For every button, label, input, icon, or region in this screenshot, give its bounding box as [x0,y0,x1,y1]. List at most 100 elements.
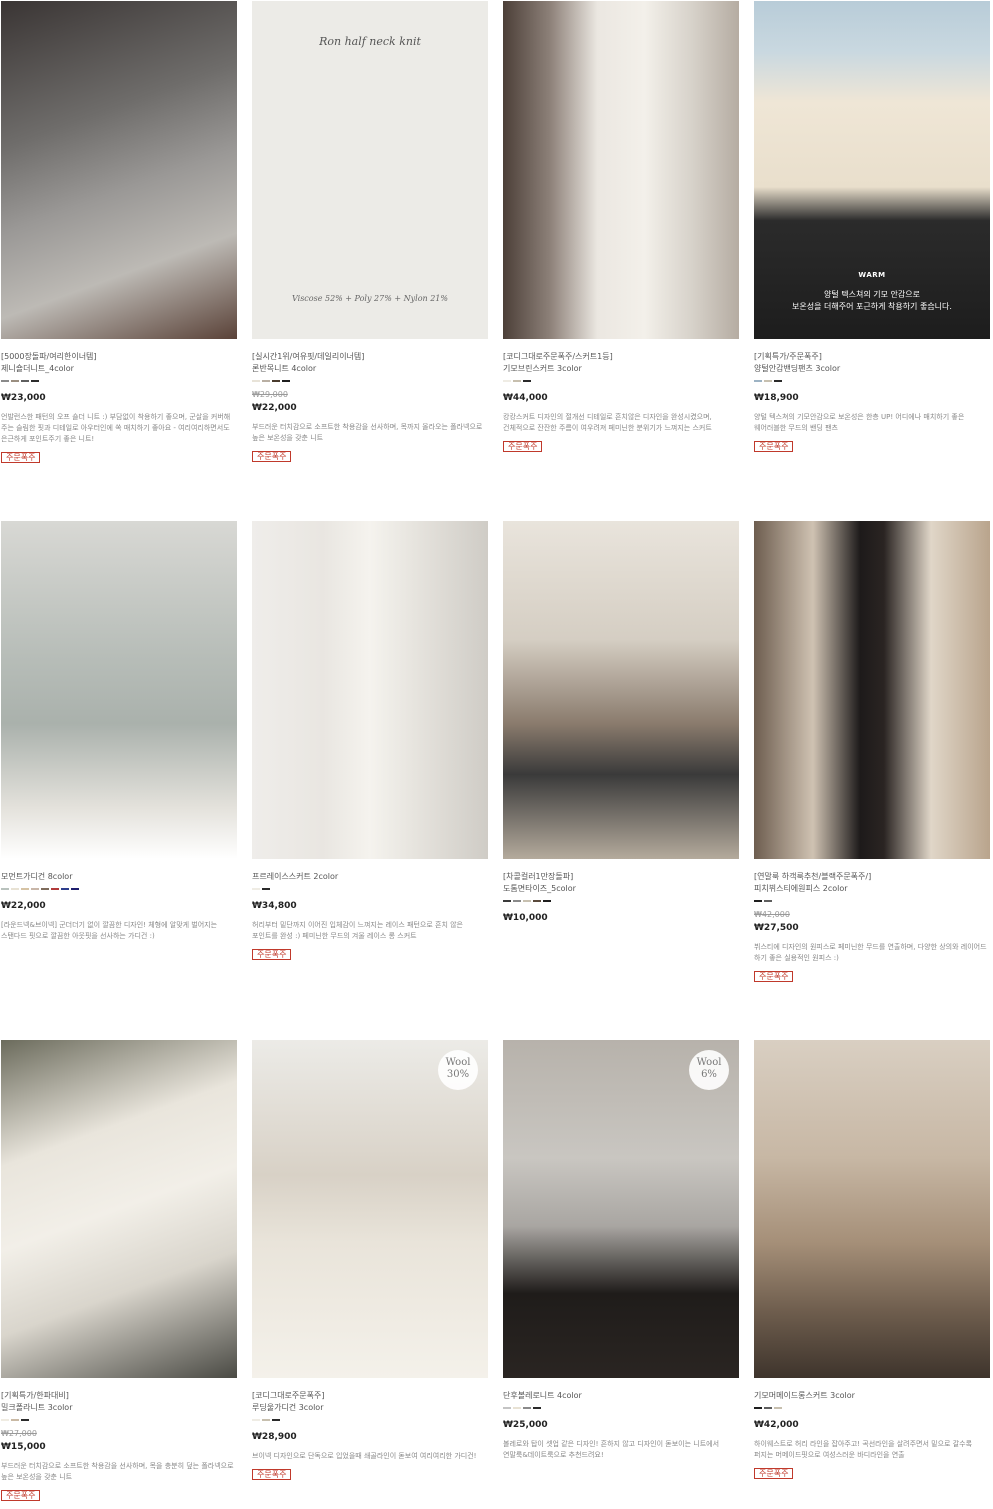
product-tag: [차콜컬러1만장돌파] [503,872,574,881]
sale-price: ₩27,500 [754,923,799,933]
product-photo [503,521,739,859]
color-swatch [503,1407,511,1409]
product-card[interactable]: [5000장돌파/여리한이너템] 제니숄더니트_4color ₩23,000 언발런스… [1,1,237,464]
hot-order-badge: 주문폭주 [754,1468,794,1479]
color-swatch [503,380,511,382]
product-image[interactable] [1,1,237,339]
product-card[interactable]: [연말룩 하객룩추천/블랙주문폭주/] 피치뷔스티에원피스 2color ₩42,0… [754,521,990,983]
product-image[interactable] [754,521,990,859]
product-card[interactable]: 모먼트가디건 8color ₩22,000 [라운드넥&브이넥] 군더더기 없이 깔… [1,521,237,942]
hot-order-badge: 주문폭주 [1,452,41,463]
product-name[interactable]: 기모브린스커트 3color [503,363,739,375]
wool-badge: Wool 30% [438,1050,478,1090]
original-price: ₩27,000 [1,1429,37,1438]
product-name[interactable]: 단후볼레로니트 4color [503,1390,739,1402]
product-card[interactable]: Wool 30% [코디그대로주문폭주] 루딩울가디건 3color ₩28,900 브… [252,1040,488,1481]
color-swatch [31,380,39,382]
color-swatch [513,900,521,902]
product-grid: [5000장돌파/여리한이너템] 제니숄더니트_4color ₩23,000 언발런스… [0,0,993,1509]
color-swatch [774,380,782,382]
product-photo [1,1040,237,1378]
color-swatch [1,1419,9,1421]
hot-order-badge: 주문폭주 [252,949,292,960]
product-card[interactable]: [코디그대로주문폭주/스커트1등] 기모브린스커트 3color ₩44,000 캉캉… [503,1,739,453]
product-card[interactable]: [차콜컬러1만장돌파] 도톰면타이즈_5color ₩10,000 [503,521,739,924]
product-tag: [연말룩 하객룩추천/블랙주문폭주/] [754,872,872,881]
product-meta: [기획특가/주문폭주] 양털안감밴딩팬츠 3color ₩18,900 양털 텍스쳐의… [754,339,990,453]
product-image[interactable] [1,521,237,859]
product-description: 부드러운 터치감으로 소프트한 착용감을 선사하며, 목까지 올라오는 폴라넥으… [252,423,483,442]
color-swatches [252,888,488,890]
product-description: 부드러운 터치감으로 소프트한 착용감을 선사하며, 목을 충분히 덮는 폴라넥… [1,1462,234,1481]
product-image[interactable] [754,1040,990,1378]
product-name[interactable]: 루딩울가디건 3color [252,1402,488,1414]
product-card[interactable]: WARM 양털 텍스쳐의 기모 안감으로 보온성을 더해주어 포근하게 착용하기 좋… [754,1,990,453]
product-name[interactable]: 기모머메이드롱스커트 3color [754,1390,990,1402]
color-swatch [61,888,69,890]
product-image[interactable]: WARM 양털 텍스쳐의 기모 안감으로 보온성을 더해주어 포근하게 착용하기 좋… [754,1,990,339]
product-image[interactable] [503,521,739,859]
product-image[interactable] [503,1,739,339]
image-caption-title: Ron half neck knit [319,35,421,48]
color-swatches [503,900,739,902]
product-name[interactable]: 모먼트가디건 8color [1,871,237,883]
color-swatches [503,380,739,382]
product-photo [1,521,237,859]
product-name[interactable]: 론반목니트 4color [252,363,488,375]
color-swatch [764,900,772,902]
color-swatch [272,1419,280,1421]
product-photo [252,1040,488,1378]
sale-price: ₩22,000 [252,403,297,413]
original-price: ₩42,000 [754,910,790,919]
color-swatch [71,888,79,890]
color-swatch [31,888,39,890]
product-name[interactable]: 프르레이스스커트 2color [252,871,488,883]
color-swatches [252,1419,488,1421]
product-name[interactable]: 제니숄더니트_4color [1,363,237,375]
color-swatches [1,1419,237,1421]
color-swatch [21,1419,29,1421]
product-name[interactable]: 도톰면타이즈_5color [503,883,739,895]
product-photo [252,521,488,859]
product-card[interactable]: 기모머메이드롱스커트 3color ₩42,000 하이웨스트로 허리 라인을 잡아… [754,1040,990,1480]
product-description: [라운드넥&브이넥] 군더더기 없이 깔끔한 디자인! 체형에 알맞게 벌어지는… [1,921,218,940]
product-tag: [기획특가/주문폭주] [754,352,822,361]
original-price: ₩29,000 [252,390,288,399]
product-image[interactable] [1,1040,237,1378]
product-image[interactable] [252,521,488,859]
product-card[interactable]: Ron half neck knit Viscose 52% + Poly 27%… [252,1,488,463]
color-swatches [1,380,237,382]
product-image[interactable]: Ron half neck knit Viscose 52% + Poly 27%… [252,1,488,339]
warm-label: WARM [858,271,886,279]
color-swatch [262,888,270,890]
product-name[interactable]: 양털안감밴딩팬츠 3color [754,363,990,375]
product-description: 볼레로와 탑이 셋업 같은 디자인! 흔하지 않고 디자인이 돋보이는 니트에서… [503,1440,720,1459]
warm-text-2: 보온성을 더해주어 포근하게 착용하기 좋습니다. [792,302,952,311]
color-swatch [754,1407,762,1409]
color-swatch [1,888,9,890]
product-name[interactable]: 밀크폴라니트 3color [1,1402,237,1414]
color-swatch [272,380,280,382]
product-tag: [5000장돌파/여리한이너템] [1,352,97,361]
color-swatch [262,1419,270,1421]
color-swatches [754,1407,990,1409]
product-description: 브이넥 디자인으로 단독으로 입었을때 쇄골라인이 돋보여 여리여리한 가디건! [252,1452,477,1460]
sale-price: ₩15,000 [1,1442,46,1452]
color-swatches [754,380,990,382]
product-meta: [실시간1위/여유핏/데일리이너템] 론반목니트 4color ₩29,000 ₩22… [252,339,488,463]
color-swatch [513,1407,521,1409]
product-tag: [실시간1위/여유핏/데일리이너템] [252,352,365,361]
product-name[interactable]: 피치뷔스티에원피스 2color [754,883,990,895]
color-swatches [252,380,488,382]
product-card[interactable]: 프르레이스스커트 2color ₩34,800 허리부터 밑단까지 이어진 입체감이… [252,521,488,961]
hot-order-badge: 주문폭주 [1,1490,41,1501]
color-swatch [513,380,521,382]
product-image[interactable]: Wool 30% [252,1040,488,1378]
sale-price: ₩28,900 [252,1432,297,1442]
product-photo [1,1,237,339]
product-card[interactable]: [기획특가/한파대비] 밀크폴라니트 3color ₩27,000 ₩15,000 부드… [1,1040,237,1502]
color-swatch [523,1407,531,1409]
color-swatch [503,900,511,902]
product-image[interactable]: Wool 6% [503,1040,739,1378]
product-card[interactable]: Wool 6% 단후볼레로니트 4color ₩25,000 볼레로와 탑이 셋업 같… [503,1040,739,1461]
